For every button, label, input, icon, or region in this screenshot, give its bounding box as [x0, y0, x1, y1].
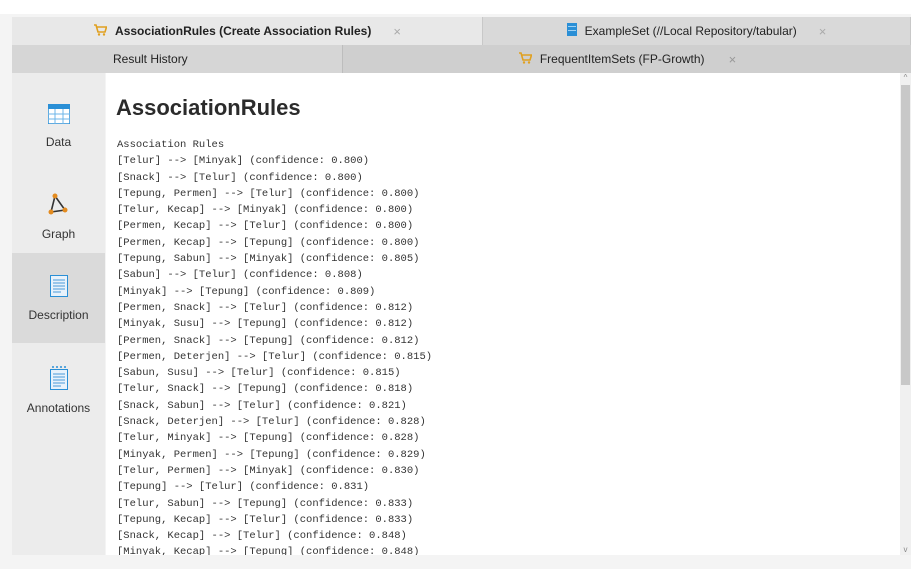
rule-line: [Telur, Sabun] --> [Tepung] (confidence:… — [117, 497, 414, 510]
rule-line: [Sabun] --> [Telur] (confidence: 0.808) — [117, 269, 363, 282]
tab-label: FrequentItemSets (FP-Growth) — [539, 52, 705, 66]
rule-line: [Permen, Kecap] --> [Telur] (confidence:… — [117, 220, 414, 233]
subtab-bar: Result History FrequentItemSets (FP-Grow… — [12, 45, 911, 73]
tab-exampleset[interactable]: ExampleSet (//Local Repository/tabular) … — [483, 17, 911, 45]
close-icon[interactable]: × — [819, 24, 827, 39]
description-panel: AssociationRules Association Rules [Telur… — [106, 73, 900, 555]
sidebar-item-label: Graph — [41, 226, 76, 241]
sidebar-item-label: Description — [28, 307, 89, 322]
rule-line: [Tepung] --> [Telur] (confidence: 0.831) — [117, 481, 370, 494]
tab-association-rules[interactable]: AssociationRules (Create Association Rul… — [12, 17, 483, 45]
sidebar-item-label: Annotations — [26, 400, 91, 415]
rule-line: [Telur] --> [Minyak] (confidence: 0.800) — [117, 155, 370, 168]
sidebar-item-data[interactable]: Data — [12, 81, 105, 171]
rule-line: [Telur, Kecap] --> [Minyak] (confidence:… — [117, 204, 414, 217]
bottom-strip — [0, 555, 911, 569]
rule-line: [Snack, Deterjen] --> [Telur] (confidenc… — [117, 416, 426, 429]
table-icon — [566, 23, 577, 39]
sidebar-item-label: Data — [45, 134, 72, 149]
rules-text: Association Rules [Telur] --> [Minyak] (c… — [117, 137, 432, 555]
rule-line: [Minyak, Kecap] --> [Tepung] (confidence… — [117, 546, 420, 555]
rule-line: [Tepung, Sabun] --> [Minyak] (confidence… — [117, 253, 420, 266]
sidebar-item-annotations[interactable]: Annotations — [12, 345, 105, 435]
rule-line: [Minyak, Permen] --> [Tepung] (confidenc… — [117, 448, 426, 461]
result-tabs: AssociationRules (Create Association Rul… — [12, 17, 911, 45]
scroll-up-icon[interactable]: ^ — [900, 73, 911, 83]
rule-line: [Telur, Permen] --> [Minyak] (confidence… — [117, 464, 420, 477]
annotation-icon — [49, 365, 68, 393]
rule-line: [Snack] --> [Telur] (confidence: 0.800) — [117, 171, 363, 184]
close-icon[interactable]: × — [729, 52, 737, 67]
sidebar-item-description[interactable]: Description — [12, 253, 105, 343]
rule-line: [Snack, Sabun] --> [Telur] (confidence: … — [117, 399, 407, 412]
rule-line: [Telur, Snack] --> [Tepung] (confidence:… — [117, 383, 414, 396]
cart-icon — [518, 51, 533, 67]
tab-label: Result History — [113, 52, 188, 66]
tab-frequent-itemsets[interactable]: FrequentItemSets (FP-Growth) × — [343, 45, 911, 73]
rule-line: [Permen, Snack] --> [Tepung] (confidence… — [117, 334, 420, 347]
rule-line: [Minyak] --> [Tepung] (confidence: 0.809… — [117, 285, 376, 298]
rule-line: [Permen, Kecap] --> [Tepung] (confidence… — [117, 236, 420, 249]
view-sidebar: Data Graph Description Annotations — [12, 73, 105, 555]
rule-line: [Tepung, Permen] --> [Telur] (confidence… — [117, 187, 420, 200]
tab-label: ExampleSet (//Local Repository/tabular) — [584, 24, 797, 38]
rule-list: [Telur] --> [Minyak] (confidence: 0.800)… — [117, 153, 432, 555]
rule-line: [Snack, Kecap] --> [Telur] (confidence: … — [117, 530, 407, 543]
rule-line: [Permen, Snack] --> [Telur] (confidence:… — [117, 301, 414, 314]
rule-line: [Permen, Deterjen] --> [Telur] (confiden… — [117, 350, 433, 363]
cart-icon — [93, 23, 108, 39]
tab-label: AssociationRules (Create Association Rul… — [115, 24, 372, 38]
scroll-down-icon[interactable]: v — [900, 545, 911, 555]
rules-heading: Association Rules — [117, 139, 225, 151]
scrollbar-thumb[interactable] — [901, 85, 910, 385]
page-title: AssociationRules — [116, 95, 301, 120]
rule-line: [Sabun, Susu] --> [Telur] (confidence: 0… — [117, 367, 401, 380]
close-icon[interactable]: × — [393, 24, 401, 39]
rule-line: [Minyak, Susu] --> [Tepung] (confidence:… — [117, 318, 414, 331]
document-icon — [49, 274, 68, 300]
graph-icon — [47, 192, 71, 219]
window-top-strip — [0, 0, 911, 14]
rule-line: [Telur, Minyak] --> [Tepung] (confidence… — [117, 432, 420, 445]
tab-result-history[interactable]: Result History — [12, 45, 343, 73]
sidebar-item-graph[interactable]: Graph — [12, 171, 105, 261]
vertical-scrollbar[interactable]: ^ v — [900, 73, 911, 555]
rule-line: [Tepung, Kecap] --> [Telur] (confidence:… — [117, 513, 414, 526]
table-icon — [46, 102, 71, 127]
